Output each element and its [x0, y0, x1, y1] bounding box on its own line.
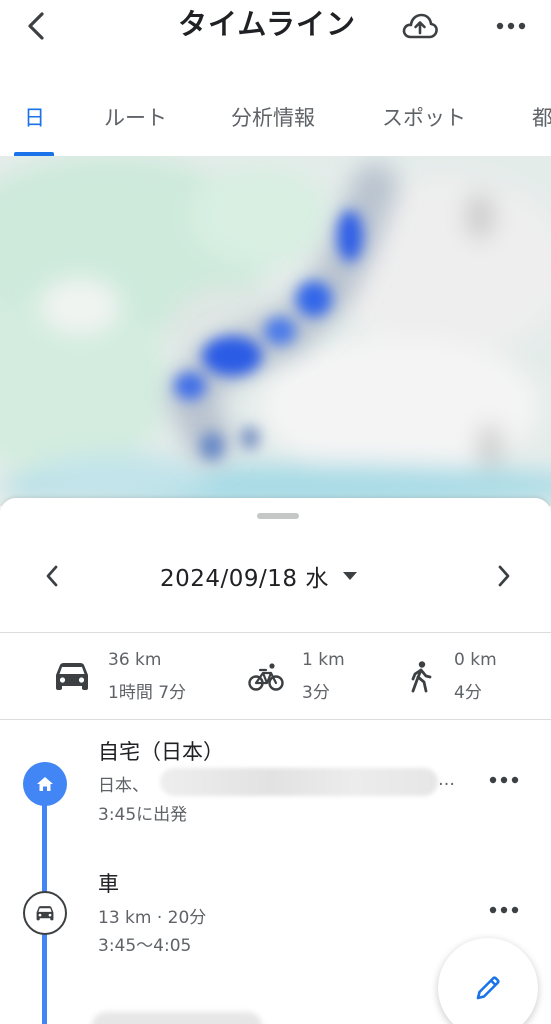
walk-summary-icon-wrap [400, 660, 440, 694]
summary-bike: 1 km 3分 [246, 648, 386, 704]
date-picker[interactable]: 2024/09/18 水 [160, 554, 359, 598]
divider [0, 632, 551, 633]
next-day-button[interactable] [482, 554, 526, 598]
place-address-prefix: 日本、 [98, 776, 149, 796]
walk-distance: 0 km [454, 650, 497, 670]
car-icon [36, 905, 54, 920]
bike-distance: 1 km [302, 650, 345, 670]
tab-places[interactable]: スポット [382, 98, 466, 138]
place-title[interactable]: 自宅（日本） [98, 736, 224, 766]
tab-insights[interactable]: 分析情報 [231, 98, 315, 138]
daily-summary: 36 km 1時間 7分 1 km 3分 0 km 4分 [0, 634, 551, 720]
date-navigation: 2024/09/18 水 [0, 542, 551, 612]
caret-down-icon [342, 572, 357, 580]
car-segment-marker [23, 891, 67, 935]
redacted-next-entry [92, 1012, 262, 1024]
home-icon [37, 777, 53, 791]
summary-car: 36 km 1時間 7分 [52, 648, 222, 704]
summary-walk: 0 km 4分 [400, 648, 540, 704]
tab-cities[interactable]: 都 [532, 98, 551, 138]
previous-day-button[interactable] [30, 554, 74, 598]
page-title: タイムライン [178, 7, 356, 41]
car-summary-icon-wrap [52, 660, 92, 694]
segment-time-range: 3:45〜4:05 [98, 936, 192, 956]
chevron-left-icon [46, 565, 58, 587]
tab-day[interactable]: 日 [24, 98, 45, 138]
cloud-upload-icon [402, 13, 438, 39]
car-duration: 1時間 7分 [108, 683, 187, 703]
more-horizontal-icon [489, 776, 519, 784]
back-button[interactable] [14, 4, 58, 48]
walking-icon [411, 661, 432, 693]
place-more-button[interactable] [482, 762, 526, 798]
tab-route[interactable]: ルート [104, 98, 167, 138]
home-marker [23, 762, 67, 806]
redacted-address [160, 768, 438, 796]
segment-summary: 13 km · 20分 [98, 908, 207, 928]
cloud-backup-button[interactable] [398, 4, 442, 48]
tab-bar: 日 ルート 分析情報 スポット 都 [0, 90, 551, 156]
chevron-right-icon [498, 565, 510, 587]
chevron-left-icon [28, 12, 44, 40]
walk-duration: 4分 [454, 683, 482, 703]
car-distance: 36 km [108, 650, 162, 670]
bicycle-icon [248, 663, 284, 691]
segment-more-button[interactable] [482, 892, 526, 928]
more-horizontal-icon [489, 906, 519, 914]
top-app-bar: タイムライン [0, 0, 551, 56]
address-ellipsis: … [438, 770, 455, 790]
car-icon [56, 663, 88, 690]
map-canvas [0, 156, 551, 506]
timeline-map[interactable] [0, 156, 551, 506]
segment-title[interactable]: 車 [98, 868, 119, 898]
more-horizontal-icon [496, 22, 526, 30]
departure-time: 3:45に出発 [98, 805, 188, 825]
sheet-drag-handle[interactable] [257, 513, 299, 519]
bike-duration: 3分 [302, 683, 330, 703]
more-options-button[interactable] [488, 4, 534, 48]
pencil-icon [476, 976, 500, 1000]
bike-summary-icon-wrap [246, 660, 286, 694]
date-label: 2024/09/18 水 [160, 566, 329, 592]
